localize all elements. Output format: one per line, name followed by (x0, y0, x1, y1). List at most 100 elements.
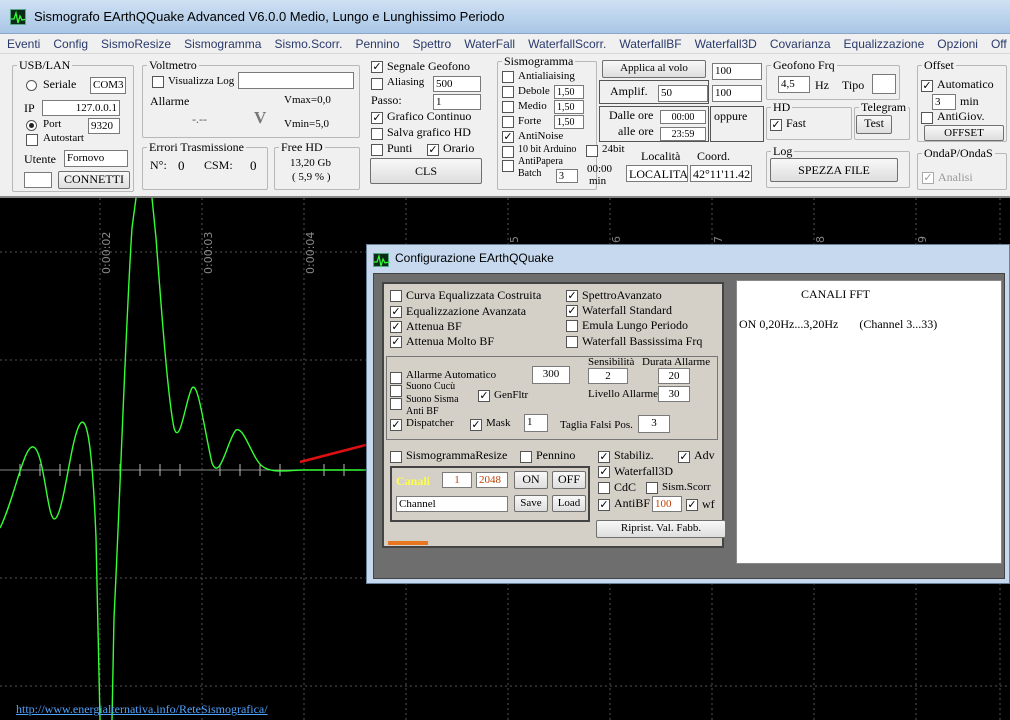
applica-al-volo-button[interactable]: Applica al volo (602, 60, 706, 78)
punti-checkbox[interactable] (371, 144, 383, 156)
menu-item-pennino[interactable]: Pennino (348, 34, 405, 51)
canali-load-button[interactable]: Load (552, 495, 586, 512)
fast-checkbox[interactable]: ✓ (770, 119, 782, 131)
aliasing-checkbox[interactable] (371, 78, 383, 90)
offset-button[interactable]: OFFSET (924, 125, 1004, 141)
suono-cucu-checkbox[interactable] (390, 385, 402, 397)
waterfall3d-checkbox[interactable]: ✓ (598, 466, 610, 478)
durata-field[interactable]: 20 (658, 368, 690, 384)
canali-from-field[interactable]: 1 (442, 472, 472, 488)
pennino-checkbox[interactable] (520, 451, 532, 463)
dalle-ore-field[interactable]: 00:00 (660, 110, 706, 124)
waterfall-standard-checkbox[interactable]: ✓ (566, 305, 578, 317)
spettro-avanzato-checkbox[interactable]: ✓ (566, 290, 578, 302)
suono-sisma-checkbox[interactable] (390, 398, 402, 410)
adv-checkbox[interactable]: ✓ (678, 451, 690, 463)
applica-field[interactable]: 100 (712, 63, 762, 80)
menu-item-equalizzazione[interactable]: Equalizzazione (837, 34, 931, 51)
ip-field[interactable]: 127.0.0.1 (42, 100, 120, 116)
grafico-continuo-checkbox[interactable]: ✓ (371, 112, 383, 124)
mask-field[interactable]: 1 (524, 414, 548, 432)
alarm-300-field[interactable]: 300 (532, 366, 570, 384)
menu-item-waterfall-bf[interactable]: WaterfallBF (612, 34, 687, 51)
debole-checkbox[interactable] (502, 86, 514, 98)
antibf-checkbox[interactable]: ✓ (598, 499, 610, 511)
salva-hd-checkbox[interactable] (371, 128, 383, 140)
cls-button[interactable]: CLS (370, 158, 482, 184)
dispatcher-checkbox[interactable]: ✓ (390, 419, 402, 431)
mask-checkbox[interactable]: ✓ (470, 419, 482, 431)
debole-field[interactable]: 1,50 (554, 85, 584, 99)
antialiaising-checkbox[interactable] (502, 71, 514, 83)
passo-field[interactable]: 1 (433, 94, 481, 110)
footer-url-link[interactable]: http://www.energialternativa.info/ReteSi… (16, 702, 268, 717)
batch-field[interactable]: 3 (556, 169, 578, 183)
port-field[interactable]: 9320 (88, 118, 120, 134)
antibf-field[interactable]: 100 (652, 496, 682, 512)
localita-field[interactable]: LOCALITA (626, 165, 688, 182)
antigiov-checkbox[interactable] (921, 112, 933, 124)
menu-item-sismogramma[interactable]: Sismogramma (177, 34, 267, 51)
spezza-file-button[interactable]: SPEZZA FILE (770, 158, 898, 182)
menu-item-off[interactable]: Off (984, 34, 1010, 51)
utente-field[interactable]: Fornovo (64, 150, 128, 167)
genfltr-checkbox[interactable]: ✓ (478, 390, 490, 402)
canali-to-field[interactable]: 2048 (476, 472, 508, 488)
offset-min-field[interactable]: 3 (932, 94, 956, 110)
orario-checkbox[interactable]: ✓ (427, 144, 439, 156)
canali-off-button[interactable]: OFF (552, 471, 586, 489)
cdc-checkbox[interactable] (598, 482, 610, 494)
medio-checkbox[interactable] (502, 101, 514, 113)
visualizza-log-checkbox[interactable] (152, 76, 164, 88)
connetti-button[interactable]: CONNETTI (58, 171, 130, 189)
antipapera-checkbox[interactable] (502, 160, 514, 172)
sensibilita-field[interactable]: 2 (588, 368, 628, 384)
canali-save-button[interactable]: Save (514, 495, 548, 512)
menu-item-opzioni[interactable]: Opzioni (930, 34, 984, 51)
livello-field[interactable]: 30 (658, 386, 690, 402)
autostart-checkbox[interactable] (26, 134, 38, 146)
emula-lungo-periodo-checkbox[interactable] (566, 320, 578, 332)
geofono-freq-field[interactable]: 4,5 (778, 76, 810, 93)
coord-field[interactable]: 42°11'11.42 (690, 165, 752, 182)
menu-item-sismoresize[interactable]: SismoResize (94, 34, 177, 51)
seriale-radio[interactable] (26, 80, 37, 91)
canali-on-button[interactable]: ON (514, 471, 548, 489)
alle-ore-field[interactable]: 23:59 (660, 127, 706, 141)
port-radio[interactable] (26, 120, 37, 131)
antinoise-checkbox[interactable]: ✓ (502, 131, 514, 143)
automatico-checkbox[interactable]: ✓ (921, 80, 933, 92)
menu-item-waterfall[interactable]: WaterFall (457, 34, 521, 51)
wf-checkbox[interactable]: ✓ (686, 499, 698, 511)
curva-equalizzata-checkbox[interactable] (390, 290, 402, 302)
tipo-field[interactable] (872, 74, 896, 94)
log-field[interactable] (238, 72, 354, 89)
amplif-field[interactable]: 50 (658, 85, 708, 102)
analisi-checkbox[interactable]: ✓ (922, 172, 934, 184)
menu-item-waterfall-3d[interactable]: Waterfall3D (688, 34, 763, 51)
attenua-bf-checkbox[interactable]: ✓ (390, 321, 402, 333)
aliasing-field[interactable]: 500 (433, 76, 481, 92)
allarme-automatico-checkbox[interactable] (390, 372, 402, 384)
ripristina-button[interactable]: Riprist. Val. Fabb. (596, 520, 726, 538)
menu-item-waterfall-scorr[interactable]: WaterfallScorr. (521, 34, 612, 51)
menu-item-eventi[interactable]: Eventi (0, 34, 46, 51)
menu-item-spettro[interactable]: Spettro (406, 34, 458, 51)
forte-checkbox[interactable] (502, 116, 514, 128)
telegram-test-button[interactable]: Test (856, 115, 892, 134)
sism-scorr-checkbox[interactable] (646, 482, 658, 494)
forte-field[interactable]: 1,50 (554, 115, 584, 129)
stabiliz-checkbox[interactable]: ✓ (598, 451, 610, 463)
attenua-molto-bf-checkbox[interactable]: ✓ (390, 336, 402, 348)
bit24-checkbox[interactable] (586, 145, 598, 157)
sismogramma-resize-checkbox[interactable] (390, 451, 402, 463)
waterfall-bassissima-checkbox[interactable] (566, 336, 578, 348)
bit10-checkbox[interactable] (502, 146, 514, 158)
amplif-field-2[interactable]: 100 (712, 85, 762, 102)
segnale-geofono-checkbox[interactable]: ✓ (371, 61, 383, 73)
com-port-field[interactable]: COM3 (90, 77, 126, 94)
menu-item-config[interactable]: Config (46, 34, 94, 51)
menu-item-covarianza[interactable]: Covarianza (763, 34, 837, 51)
medio-field[interactable]: 1,50 (554, 100, 584, 114)
channel-name-field[interactable]: Channel (396, 496, 508, 512)
